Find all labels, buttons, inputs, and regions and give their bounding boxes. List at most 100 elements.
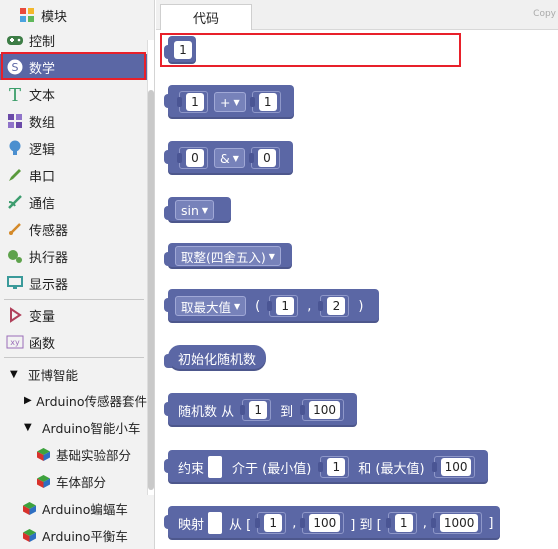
sidebar-item-label: 执行器 xyxy=(29,250,69,266)
operator-label: + xyxy=(220,94,231,110)
number-field[interactable]: 1 xyxy=(394,514,413,532)
function-dropdown[interactable]: 取整(四舍五入) ▼ xyxy=(175,246,281,266)
dropdown-caret-icon: ▼ xyxy=(232,153,239,163)
expand-arrow-icon[interactable]: ▼ xyxy=(24,422,38,433)
input-slot[interactable]: 1 xyxy=(385,512,417,534)
input-slot[interactable]: 1 xyxy=(240,399,272,421)
sidebar-item-sensor[interactable]: 传感器 xyxy=(0,216,147,242)
sidebar-header: 模块 xyxy=(0,2,147,28)
function-dropdown[interactable]: 取最大值 ▼ xyxy=(175,296,247,316)
random-seed-block[interactable]: 初始化随机数 xyxy=(163,345,267,371)
sidebar-header-label: 模块 xyxy=(41,9,68,25)
constrain-block[interactable]: 约束 介于 (最小值) 1 和 (最大值) 100 xyxy=(163,450,489,484)
sidebar-item-text[interactable]: T 文本 xyxy=(0,81,147,107)
tree-item-label: Arduino平衡车 xyxy=(42,528,128,544)
map-block[interactable]: 映射 从 [ 1 , 100 ] 到 [ 1 , 1000 ] xyxy=(163,506,501,540)
input-slot[interactable]: 2 xyxy=(318,295,350,317)
brand-text: Copy xyxy=(533,9,556,19)
collapse-arrow-icon[interactable]: ▶ xyxy=(24,395,32,406)
sidebar-item-label: 串口 xyxy=(29,169,56,185)
expand-arrow-icon[interactable]: ▼ xyxy=(10,369,24,380)
tree-item-arduino-smart-car[interactable]: ▼ Arduino智能小车 xyxy=(0,414,147,440)
sidebar-item-control[interactable]: 控制 xyxy=(0,27,147,53)
function-label: sin xyxy=(181,202,199,218)
math-max-block[interactable]: 取最大值 ▼ ( 1 , 2 ) xyxy=(163,289,380,323)
empty-input-slot[interactable] xyxy=(208,512,223,534)
cube-icon xyxy=(22,528,37,543)
math-round-block[interactable]: 取整(四舍五入) ▼ xyxy=(164,243,292,269)
cube-icon xyxy=(36,474,51,489)
empty-input-slot[interactable] xyxy=(208,456,223,478)
monitor-icon xyxy=(6,274,24,292)
tree-item-car-body[interactable]: 车体部分 xyxy=(0,468,147,494)
input-slot[interactable]: 1 xyxy=(318,456,350,478)
sidebar-scroll-thumb[interactable] xyxy=(148,90,154,490)
math-number-block[interactable]: 1 xyxy=(164,36,196,64)
number-field[interactable]: 1 xyxy=(327,458,346,476)
operator-dropdown[interactable]: + ▼ xyxy=(214,92,246,112)
number-field[interactable]: 1 xyxy=(249,401,268,419)
svg-text:T: T xyxy=(9,85,21,103)
input-slot[interactable]: 100 xyxy=(300,512,345,534)
number-field[interactable]: 1 xyxy=(276,297,295,315)
sidebar-item-label: 显示器 xyxy=(29,277,69,293)
random-int-block[interactable]: 随机数 从 1 到 100 xyxy=(163,393,358,427)
sidebar-item-label: 变量 xyxy=(29,309,56,325)
comma-label: , xyxy=(422,515,427,531)
sidebar-item-function[interactable]: xy 函数 xyxy=(0,329,147,355)
input-slot[interactable]: 100 xyxy=(300,399,345,421)
number-field[interactable]: 0 xyxy=(186,149,204,167)
sidebar-item-logic[interactable]: 逻辑 xyxy=(0,135,147,161)
sidebar-item-communication[interactable]: 通信 xyxy=(0,189,147,215)
tree-item-label: Arduino蝙蝠车 xyxy=(42,501,128,517)
signal-icon xyxy=(6,193,24,211)
sidebar-item-label: 通信 xyxy=(29,196,56,212)
number-field[interactable]: 100 xyxy=(309,514,341,532)
number-field[interactable]: 0 xyxy=(257,149,276,167)
tree-item-basic-experiments[interactable]: 基础实验部分 xyxy=(0,441,147,467)
sidebar-item-label: 函数 xyxy=(29,336,56,352)
number-field[interactable]: 100 xyxy=(440,458,472,476)
sidebar-item-actuator[interactable]: 执行器 xyxy=(0,243,147,269)
between-label: 介于 (最小值) xyxy=(232,461,312,477)
from-label: 从 [ xyxy=(229,517,252,533)
number-field[interactable]: 1 xyxy=(174,41,192,59)
sidebar-item-variable[interactable]: 变量 xyxy=(0,302,147,328)
comma-label: , xyxy=(292,515,297,531)
input-slot[interactable]: 1 xyxy=(255,512,287,534)
input-slot[interactable]: 0 xyxy=(248,147,280,169)
sidebar-item-serial[interactable]: 串口 xyxy=(0,162,147,188)
input-slot[interactable]: 1000 xyxy=(430,512,483,534)
sidebar-item-label: 逻辑 xyxy=(29,142,56,158)
number-field[interactable]: 1 xyxy=(264,514,283,532)
close-paren-label: ) xyxy=(358,298,364,314)
input-slot[interactable]: 1 xyxy=(267,295,299,317)
tree-item-arduino-balance-car[interactable]: Arduino平衡车 xyxy=(0,522,147,548)
number-field[interactable]: 2 xyxy=(327,297,346,315)
input-slot[interactable]: 0 xyxy=(177,147,208,169)
tree-item-arduino-sensor-kit[interactable]: ▶ Arduino传感器套件 xyxy=(0,387,147,413)
number-field[interactable]: 1 xyxy=(186,93,204,111)
sidebar-item-math[interactable]: S 数学 xyxy=(0,54,147,80)
input-slot[interactable]: 1 xyxy=(177,91,208,113)
sidebar-item-display[interactable]: 显示器 xyxy=(0,270,147,296)
input-slot[interactable]: 1 xyxy=(249,91,281,113)
math-trig-block[interactable]: sin ▼ xyxy=(163,197,232,223)
number-field[interactable]: 1 xyxy=(258,93,277,111)
pen-icon xyxy=(6,166,24,184)
block-label: 初始化随机数 xyxy=(178,352,257,368)
tab-bar: 代码 Copy xyxy=(156,0,558,30)
number-field[interactable]: 1000 xyxy=(439,514,479,532)
function-label: 取最大值 xyxy=(181,299,232,315)
math-bitwise-block[interactable]: 0 & ▼ 0 xyxy=(164,141,293,175)
number-field[interactable]: 100 xyxy=(309,401,341,419)
tab-code[interactable]: 代码 xyxy=(160,4,252,30)
math-arithmetic-block[interactable]: 1 + ▼ 1 xyxy=(164,85,294,119)
function-dropdown[interactable]: sin ▼ xyxy=(175,200,215,220)
tree-item-yahboom[interactable]: ▼ 亚博智能 xyxy=(0,361,147,387)
tree-item-arduino-bat-car[interactable]: Arduino蝙蝠车 xyxy=(0,495,147,521)
input-slot[interactable]: 100 xyxy=(431,456,476,478)
dropdown-caret-icon: ▼ xyxy=(201,205,209,215)
operator-dropdown[interactable]: & ▼ xyxy=(214,148,245,168)
sidebar-item-array[interactable]: 数组 xyxy=(0,108,147,134)
